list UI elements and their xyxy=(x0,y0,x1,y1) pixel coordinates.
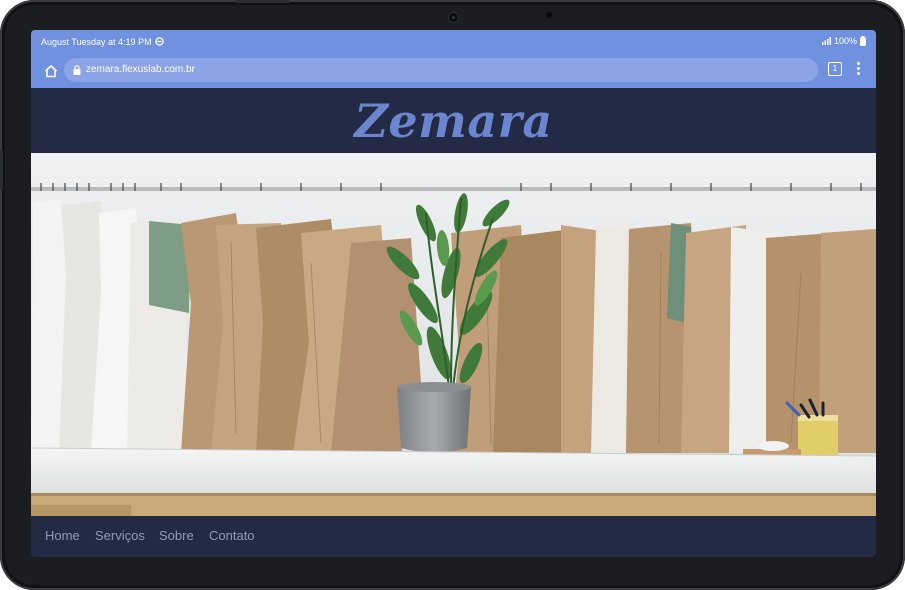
lock-icon xyxy=(73,65,81,75)
address-bar[interactable]: zemara.flexuslab.com.br xyxy=(64,58,818,82)
more-vert-icon[interactable] xyxy=(853,60,863,78)
volume-button xyxy=(0,150,3,190)
signal-icon xyxy=(821,37,831,45)
atelier-illustration xyxy=(31,153,876,516)
home-icon xyxy=(44,65,58,78)
nav-home[interactable]: Home xyxy=(45,528,80,543)
power-button xyxy=(235,0,290,3)
front-camera xyxy=(449,13,458,22)
tab-switcher-icon[interactable]: 1 xyxy=(828,62,842,76)
battery-percent: 100% xyxy=(833,36,857,46)
home-button[interactable] xyxy=(41,61,61,81)
screen: August Tuesday at 4:19 PM 100% zemara.fl… xyxy=(31,30,876,557)
site-header: Zemara xyxy=(31,88,876,153)
nav-servicos[interactable]: Serviços xyxy=(95,528,145,543)
url-text: zemara.flexuslab.com.br xyxy=(86,64,195,75)
notification-icon xyxy=(155,37,164,46)
site-logo[interactable]: Zemara xyxy=(354,94,552,148)
nav-contato[interactable]: Contato xyxy=(209,528,255,543)
browser-toolbar: zemara.flexuslab.com.br 1 xyxy=(31,54,876,88)
hero-image xyxy=(31,153,876,516)
site-nav: Home Serviços Sobre Contato xyxy=(31,516,876,557)
status-time: August Tuesday at 4:19 PM xyxy=(41,37,152,47)
nav-sobre[interactable]: Sobre xyxy=(159,528,194,543)
tablet-frame: August Tuesday at 4:19 PM 100% zemara.fl… xyxy=(0,0,905,590)
proximity-sensor xyxy=(546,12,552,18)
battery-icon xyxy=(860,36,866,46)
status-bar: August Tuesday at 4:19 PM 100% xyxy=(31,30,876,54)
